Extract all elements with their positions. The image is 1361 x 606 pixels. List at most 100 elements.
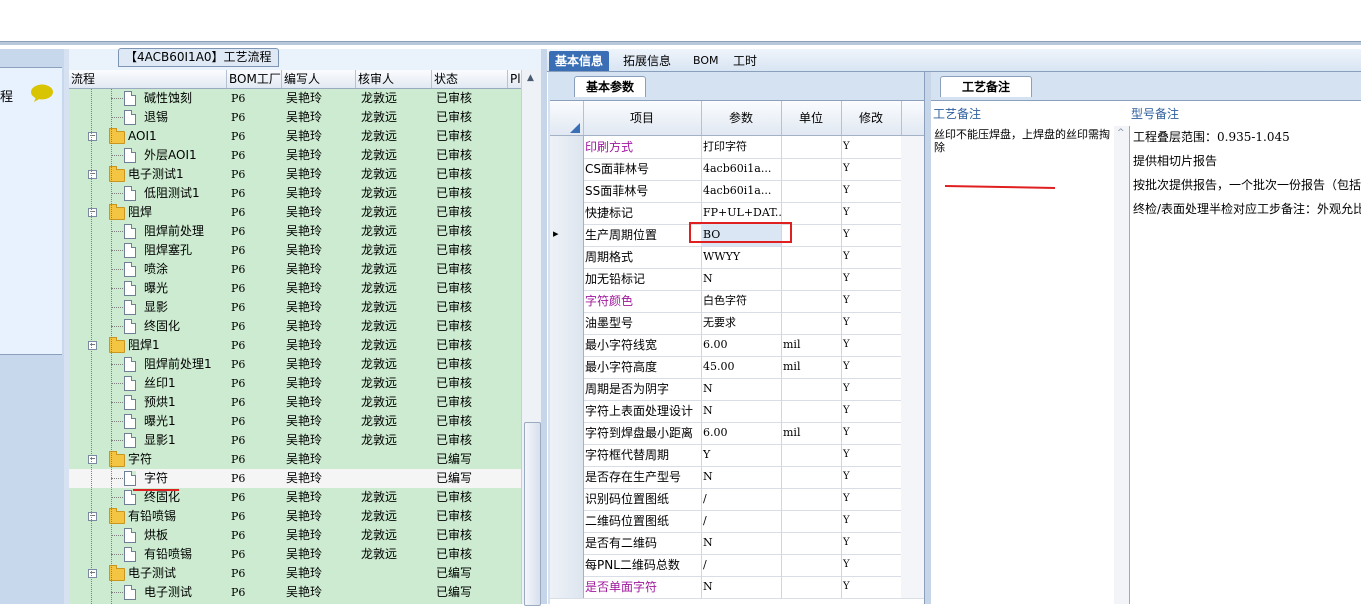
param-value-cell[interactable]: 6.00 (701, 422, 782, 444)
row-header[interactable] (550, 334, 584, 356)
param-row[interactable]: 是否单面字符 N Y (550, 576, 924, 599)
param-value-cell[interactable]: N (701, 378, 782, 400)
param-value-cell[interactable]: / (701, 488, 782, 510)
col-header-writer[interactable]: 编写人 (282, 70, 356, 88)
param-value-cell[interactable]: 白色字符 (701, 290, 782, 312)
row-header[interactable]: ▸ (550, 224, 584, 246)
col-header-bom-factory[interactable]: BOM工厂 (227, 70, 282, 88)
col-header-pl[interactable]: Pl (508, 70, 521, 88)
row-header[interactable] (550, 488, 584, 510)
param-row[interactable]: CS面菲林号 4acb60i1a... Y (550, 158, 924, 181)
param-row[interactable]: 最小字符高度 45.00 mil Y (550, 356, 924, 379)
row-header[interactable] (550, 510, 584, 532)
scrollbar-thumb[interactable] (524, 422, 541, 606)
row-header[interactable] (550, 246, 584, 268)
collapse-icon[interactable]: − (88, 132, 97, 141)
param-value-cell[interactable]: 无要求 (701, 312, 782, 334)
param-value-cell[interactable]: N (701, 532, 782, 554)
grid-col-unit[interactable]: 单位 (781, 101, 842, 135)
tree-row[interactable]: 终固化 P6 吴艳玲 龙敦远 已审核 (69, 317, 521, 336)
param-row[interactable]: 油墨型号 无要求 Y (550, 312, 924, 335)
tree-row[interactable]: 显影 P6 吴艳玲 龙敦远 已审核 (69, 298, 521, 317)
collapse-icon[interactable]: − (88, 170, 97, 179)
tree-row[interactable]: 外层AOI1 P6 吴艳玲 龙敦远 已审核 (69, 146, 521, 165)
col-header-reviewer[interactable]: 核审人 (356, 70, 432, 88)
param-row[interactable]: 每PNL二维码总数 / Y (550, 554, 924, 577)
param-row[interactable]: 是否存在生产型号 N Y (550, 466, 924, 489)
tree-row[interactable]: 阻焊塞孔 P6 吴艳玲 龙敦远 已审核 (69, 241, 521, 260)
col-header-status[interactable]: 状态 (432, 70, 508, 88)
tree-row[interactable]: 阻焊前处理1 P6 吴艳玲 龙敦远 已审核 (69, 355, 521, 374)
tree-row[interactable]: − 字符 P6 吴艳玲 已编写 (69, 450, 521, 469)
tree-row[interactable]: 丝印1 P6 吴艳玲 龙敦远 已审核 (69, 374, 521, 393)
param-row[interactable]: 最小字符线宽 6.00 mil Y (550, 334, 924, 357)
tab-process-notes[interactable]: 工艺备注 (940, 76, 1032, 97)
middle-splitter[interactable] (541, 49, 547, 604)
collapse-icon[interactable]: − (88, 569, 97, 578)
tree-row[interactable]: 曝光1 P6 吴艳玲 龙敦远 已审核 (69, 412, 521, 431)
tab-basic-params[interactable]: 基本参数 (574, 76, 646, 97)
tree-row[interactable]: − 有铅喷锡 P6 吴艳玲 龙敦远 已审核 (69, 507, 521, 526)
param-value-cell[interactable]: N (701, 466, 782, 488)
tree-row[interactable]: 有铅喷锡 P6 吴艳玲 龙敦远 已审核 (69, 545, 521, 564)
tree-row[interactable]: 字符 P6 吴艳玲 已编写 (69, 469, 521, 488)
row-header[interactable] (550, 422, 584, 444)
grid-col-item[interactable]: 项目 (583, 101, 702, 135)
param-row[interactable]: 字符颜色 白色字符 Y (550, 290, 924, 313)
param-value-cell[interactable]: 4acb60i1a... (701, 158, 782, 180)
tree-row[interactable]: − 阻焊1 P6 吴艳玲 龙敦远 已审核 (69, 336, 521, 355)
scroll-up-arrow-icon[interactable]: ^ (1117, 128, 1125, 138)
param-row[interactable]: 是否有二维码 N Y (550, 532, 924, 555)
tree-row[interactable]: 电子测试 P6 吴艳玲 已编写 (69, 583, 521, 602)
tree-row[interactable]: 喷涂 P6 吴艳玲 龙敦远 已审核 (69, 260, 521, 279)
row-header[interactable] (550, 466, 584, 488)
tab-bom[interactable]: BOM (687, 51, 725, 71)
tab-extended-info[interactable]: 拓展信息 (617, 51, 677, 71)
param-value-cell[interactable]: N (701, 576, 782, 598)
row-header[interactable] (550, 180, 584, 202)
param-value-cell[interactable]: Y (701, 444, 782, 466)
param-value-cell[interactable]: 打印字符 (701, 136, 782, 158)
grid-col-modify[interactable]: 修改 (841, 101, 902, 135)
row-header[interactable] (550, 312, 584, 334)
tab-basic-info[interactable]: 基本信息 (549, 51, 610, 71)
collapse-icon[interactable]: − (88, 455, 97, 464)
param-value-cell[interactable]: 6.00 (701, 334, 782, 356)
tab-work-hours[interactable]: 工时 (727, 51, 763, 71)
param-row[interactable]: 字符框代替周期 Y Y (550, 444, 924, 467)
row-header[interactable] (550, 268, 584, 290)
param-value-cell[interactable]: / (701, 510, 782, 532)
param-row[interactable]: 识别码位置图纸 / Y (550, 488, 924, 511)
param-row[interactable]: 二维码位置图纸 / Y (550, 510, 924, 533)
tree-row[interactable]: 碱性蚀刻 P6 吴艳玲 龙敦远 已审核 (69, 89, 521, 108)
tree-row[interactable]: 阻焊前处理 P6 吴艳玲 龙敦远 已审核 (69, 222, 521, 241)
chat-bubble-icon[interactable] (30, 84, 54, 102)
tree-row[interactable]: 曝光 P6 吴艳玲 龙敦远 已审核 (69, 279, 521, 298)
collapse-icon[interactable]: − (88, 208, 97, 217)
tree-row[interactable]: 退锡 P6 吴艳玲 龙敦远 已审核 (69, 108, 521, 127)
row-header[interactable] (550, 158, 584, 180)
row-header[interactable] (550, 136, 584, 158)
row-header[interactable] (550, 400, 584, 422)
param-row[interactable]: 印刷方式 打印字符 Y (550, 136, 924, 159)
row-header[interactable] (550, 444, 584, 466)
row-header[interactable] (550, 378, 584, 400)
collapse-icon[interactable]: − (88, 341, 97, 350)
tree-row[interactable]: − 电子测试1 P6 吴艳玲 龙敦远 已审核 (69, 165, 521, 184)
tree-row[interactable]: − 阻焊 P6 吴艳玲 龙敦远 已审核 (69, 203, 521, 222)
param-value-cell[interactable]: FP+UL+DAT... (701, 202, 782, 224)
row-header[interactable] (550, 554, 584, 576)
row-header[interactable] (550, 532, 584, 554)
col-header-flow[interactable]: 流程 (69, 70, 227, 88)
process-tree-scrollbar[interactable]: ▲ (521, 70, 542, 606)
grid-col-value[interactable]: 参数 (701, 101, 782, 135)
param-row[interactable]: 字符上表面处理设计 N Y (550, 400, 924, 423)
row-header[interactable] (550, 576, 584, 598)
scroll-up-arrow-icon[interactable]: ▲ (527, 73, 534, 83)
row-header[interactable] (550, 202, 584, 224)
param-value-cell[interactable]: WWYY (701, 246, 782, 268)
tree-row[interactable]: 显影1 P6 吴艳玲 龙敦远 已审核 (69, 431, 521, 450)
param-value-cell[interactable]: N (701, 400, 782, 422)
tree-row[interactable]: − 电子测试 P6 吴艳玲 已编写 (69, 564, 521, 583)
process-notes-textarea[interactable]: 丝印不能压焊盘，上焊盘的丝印需掏除 (934, 128, 1112, 154)
